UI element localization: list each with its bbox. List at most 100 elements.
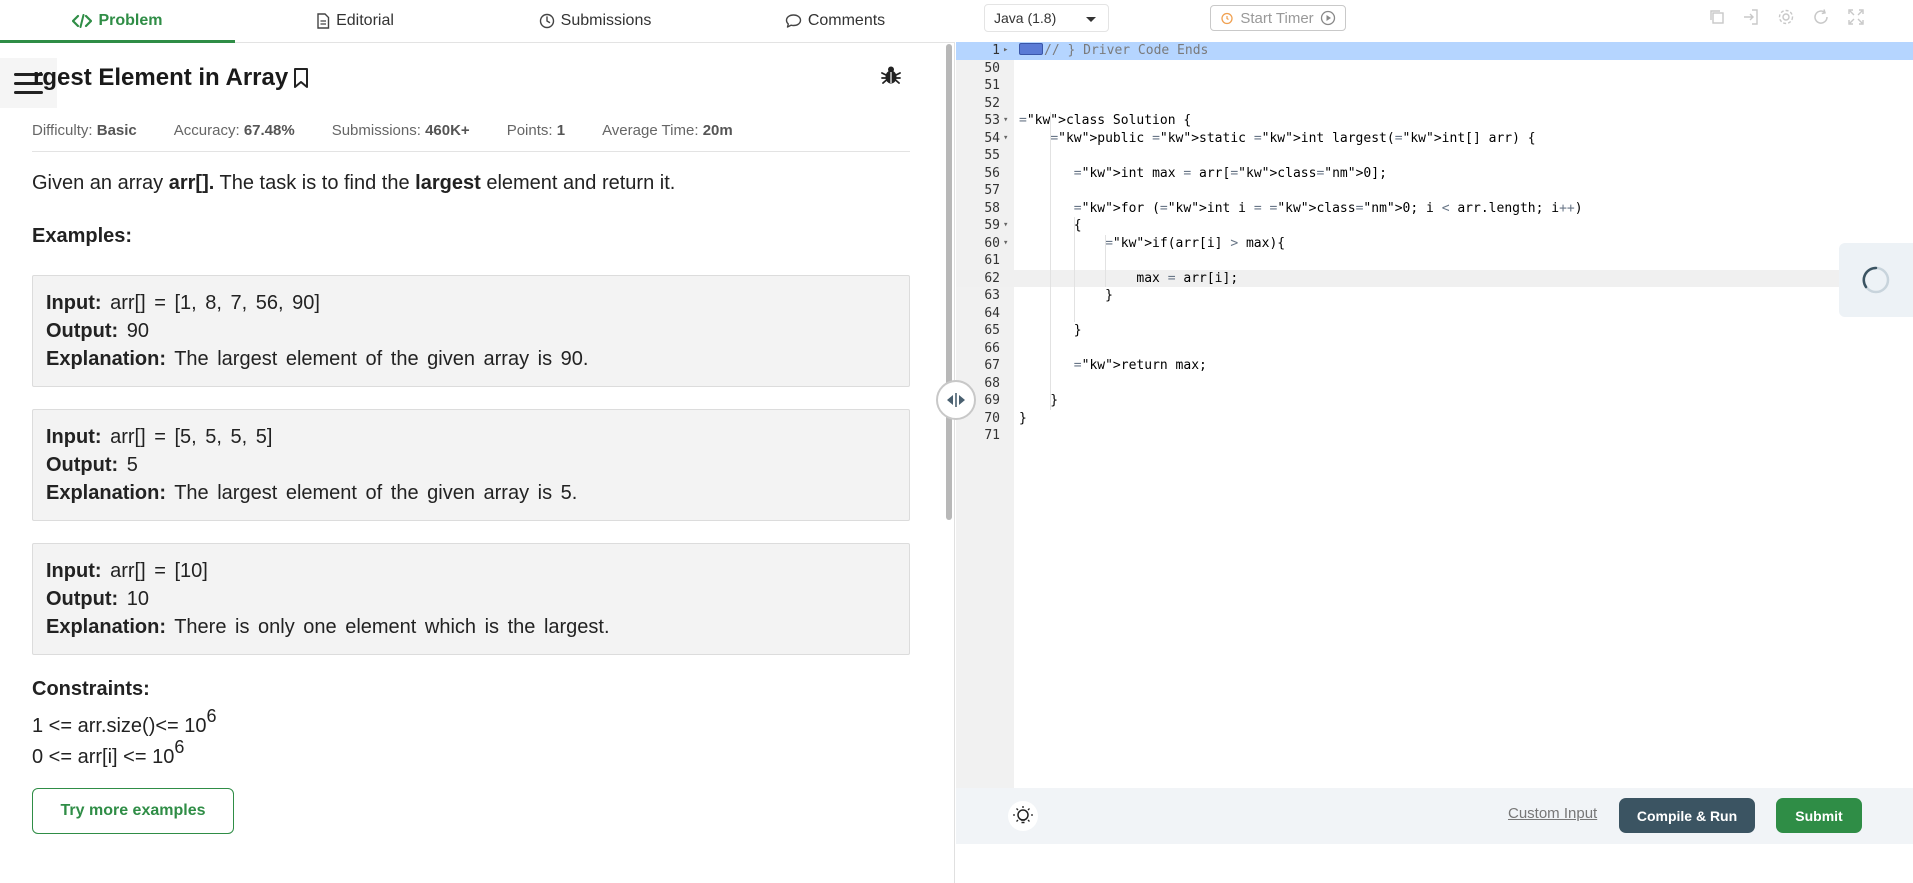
code-line[interactable]: 59 ▾ { (956, 217, 1913, 235)
tab-submissions-label: Submissions (560, 12, 652, 29)
submit-button[interactable]: Submit (1776, 798, 1862, 833)
fullscreen-icon[interactable] (1847, 8, 1865, 26)
clock-icon (539, 13, 554, 29)
code-line[interactable]: 67 ="kw">return max; (956, 357, 1913, 375)
code-text: } (1019, 393, 1059, 408)
examples-heading: Examples: (32, 225, 133, 247)
accuracy-stat: Accuracy: 67.48% (173, 122, 295, 139)
fold-toggle-icon[interactable]: ▾ (1003, 235, 1008, 253)
editor-footer: Custom Input Compile & Run Submit (956, 788, 1913, 844)
scrollbar[interactable] (946, 44, 952, 520)
fold-toggle-icon[interactable]: ▾ (1003, 217, 1008, 235)
problem-meta: Difficulty: Basic Accuracy: 67.48% Submi… (32, 110, 910, 152)
code-line[interactable]: 57 (956, 182, 1913, 200)
fold-toggle-icon[interactable]: ▸ (1003, 42, 1008, 60)
start-timer-button[interactable]: Start Timer (1210, 5, 1346, 31)
line-number: 59 (984, 218, 1000, 233)
code-line[interactable]: 56 ="kw">int max = arr[="kw">class="nm">… (956, 165, 1913, 183)
editor-toolbar: Java (1.8) Start Timer (956, 0, 1913, 40)
hint-button[interactable] (1008, 801, 1038, 831)
line-number: 56 (984, 165, 1000, 181)
indent-guide (1104, 234, 1106, 287)
code-line[interactable]: 54 ▾ ="kw">public ="kw">static ="kw">int … (956, 130, 1913, 148)
code-text: ="kw">for (="kw">int i = ="kw">class="nm… (1073, 200, 1583, 216)
code-line[interactable]: 70} (956, 410, 1913, 428)
language-label: Java (1.8) (994, 10, 1057, 26)
copy-icon[interactable] (1708, 8, 1726, 26)
chevron-down-icon (1086, 17, 1096, 22)
try-more-examples-button[interactable]: Try more examples (32, 788, 234, 834)
code-icon (72, 14, 93, 28)
play-circle-icon (1320, 10, 1335, 26)
language-select[interactable]: Java (1.8) (984, 4, 1109, 32)
bookmark-icon[interactable] (292, 67, 310, 89)
editor-pane: Java (1.8) Start Timer 1 ▸ // } Driver Cod… (956, 0, 1913, 883)
line-number: 58 (984, 200, 1000, 216)
line-number: 51 (984, 78, 1000, 93)
problem-pane: Problem Editorial Submissions Comments r… (0, 0, 955, 883)
code-line[interactable]: 62 max = arr[i]; (956, 269, 1913, 287)
problem-tabs: Problem Editorial Submissions Comments (0, 0, 955, 43)
code-text: ="kw">class Solution { (1019, 113, 1192, 128)
code-line[interactable]: 71 (956, 427, 1913, 445)
code-line[interactable]: 1 ▸ // } Driver Code Ends (956, 42, 1913, 60)
custom-input-link[interactable]: Custom Input (1508, 805, 1597, 822)
code-text: max = arr[i]; (1019, 270, 1239, 286)
submissions-stat: Submissions: 460K+ (331, 122, 470, 139)
code-line[interactable]: 53 ▾ ="kw">class Solution { (956, 112, 1913, 130)
tab-problem[interactable]: Problem (0, 0, 235, 43)
example-box: Input: arr[] = [10] Output: 10 Explanati… (32, 543, 910, 655)
tab-problem-label: Problem (98, 12, 163, 29)
code-editor[interactable]: 1 ▸// } Driver Code Ends 50 51 52 53 ▾ ="kw">cl… (956, 42, 1913, 788)
code-line[interactable]: 69 } (956, 392, 1913, 410)
line-number: 54 (984, 130, 1000, 146)
code-line[interactable]: 64 (956, 305, 1913, 323)
fold-toggle-icon[interactable]: ▾ (1003, 112, 1008, 130)
alarm-icon (1221, 12, 1233, 25)
indent-guide (1050, 112, 1052, 410)
tab-comments-label: Comments (807, 12, 886, 29)
tab-submissions[interactable]: Submissions (475, 0, 715, 42)
code-line[interactable]: 51 (956, 77, 1913, 95)
line-number: 65 (984, 323, 1000, 338)
code-line[interactable]: 66 (956, 340, 1913, 358)
code-line[interactable]: 65 } (956, 322, 1913, 340)
constraint-line: 1 <= arr.size()<= 106 (32, 706, 217, 737)
code-text: ="kw">return max; (1073, 358, 1207, 373)
constraints-heading: Constraints: (32, 678, 150, 700)
constraint-line: 0 <= arr[i] <= 106 (32, 737, 185, 768)
lightbulb-icon (1013, 806, 1033, 824)
fold-toggle-icon[interactable]: ▾ (1003, 130, 1008, 148)
line-number: 71 (984, 428, 1000, 443)
example-box: Input: arr[] = [5, 5, 5, 5] Output: 5 Ex… (32, 409, 910, 521)
code-line[interactable]: 50 (956, 60, 1913, 78)
code-text: } (1019, 288, 1113, 303)
chat-bubble-icon (785, 14, 802, 28)
report-bug-icon[interactable] (880, 64, 902, 91)
code-text: ="kw">int max = arr[="kw">class="nm">0]; (1073, 165, 1387, 181)
line-number: 52 (984, 95, 1000, 111)
reset-icon[interactable] (1812, 8, 1830, 26)
code-line[interactable]: 52 (956, 95, 1913, 113)
line-number: 61 (984, 253, 1000, 268)
start-timer-label: Start Timer (1240, 9, 1314, 27)
line-number: 1 (992, 43, 1000, 58)
tab-editorial-label: Editorial (336, 12, 394, 29)
points-stat: Points: 1 (506, 122, 566, 139)
compile-run-button[interactable]: Compile & Run (1619, 798, 1755, 833)
code-line[interactable]: 61 (956, 252, 1913, 270)
resize-arrows-icon (947, 393, 965, 407)
code-line[interactable]: 58 ="kw">for (="kw">int i = ="kw">class=… (956, 200, 1913, 218)
code-line[interactable]: 60 ▾ ="kw">if(arr[i] > max){ (956, 235, 1913, 253)
line-number: 67 (984, 358, 1000, 373)
code-line[interactable]: 63 } (956, 287, 1913, 305)
import-icon[interactable] (1742, 8, 1760, 26)
loading-spinner-icon (1862, 266, 1890, 294)
pane-resize-handle[interactable] (936, 380, 976, 420)
tab-comments[interactable]: Comments (715, 0, 955, 42)
gear-icon[interactable] (1777, 8, 1795, 26)
problem-description: Given an array arr[]. The task is to fin… (32, 172, 676, 194)
code-line[interactable]: 55 (956, 147, 1913, 165)
code-line[interactable]: 68 (956, 375, 1913, 393)
tab-editorial[interactable]: Editorial (235, 0, 475, 42)
